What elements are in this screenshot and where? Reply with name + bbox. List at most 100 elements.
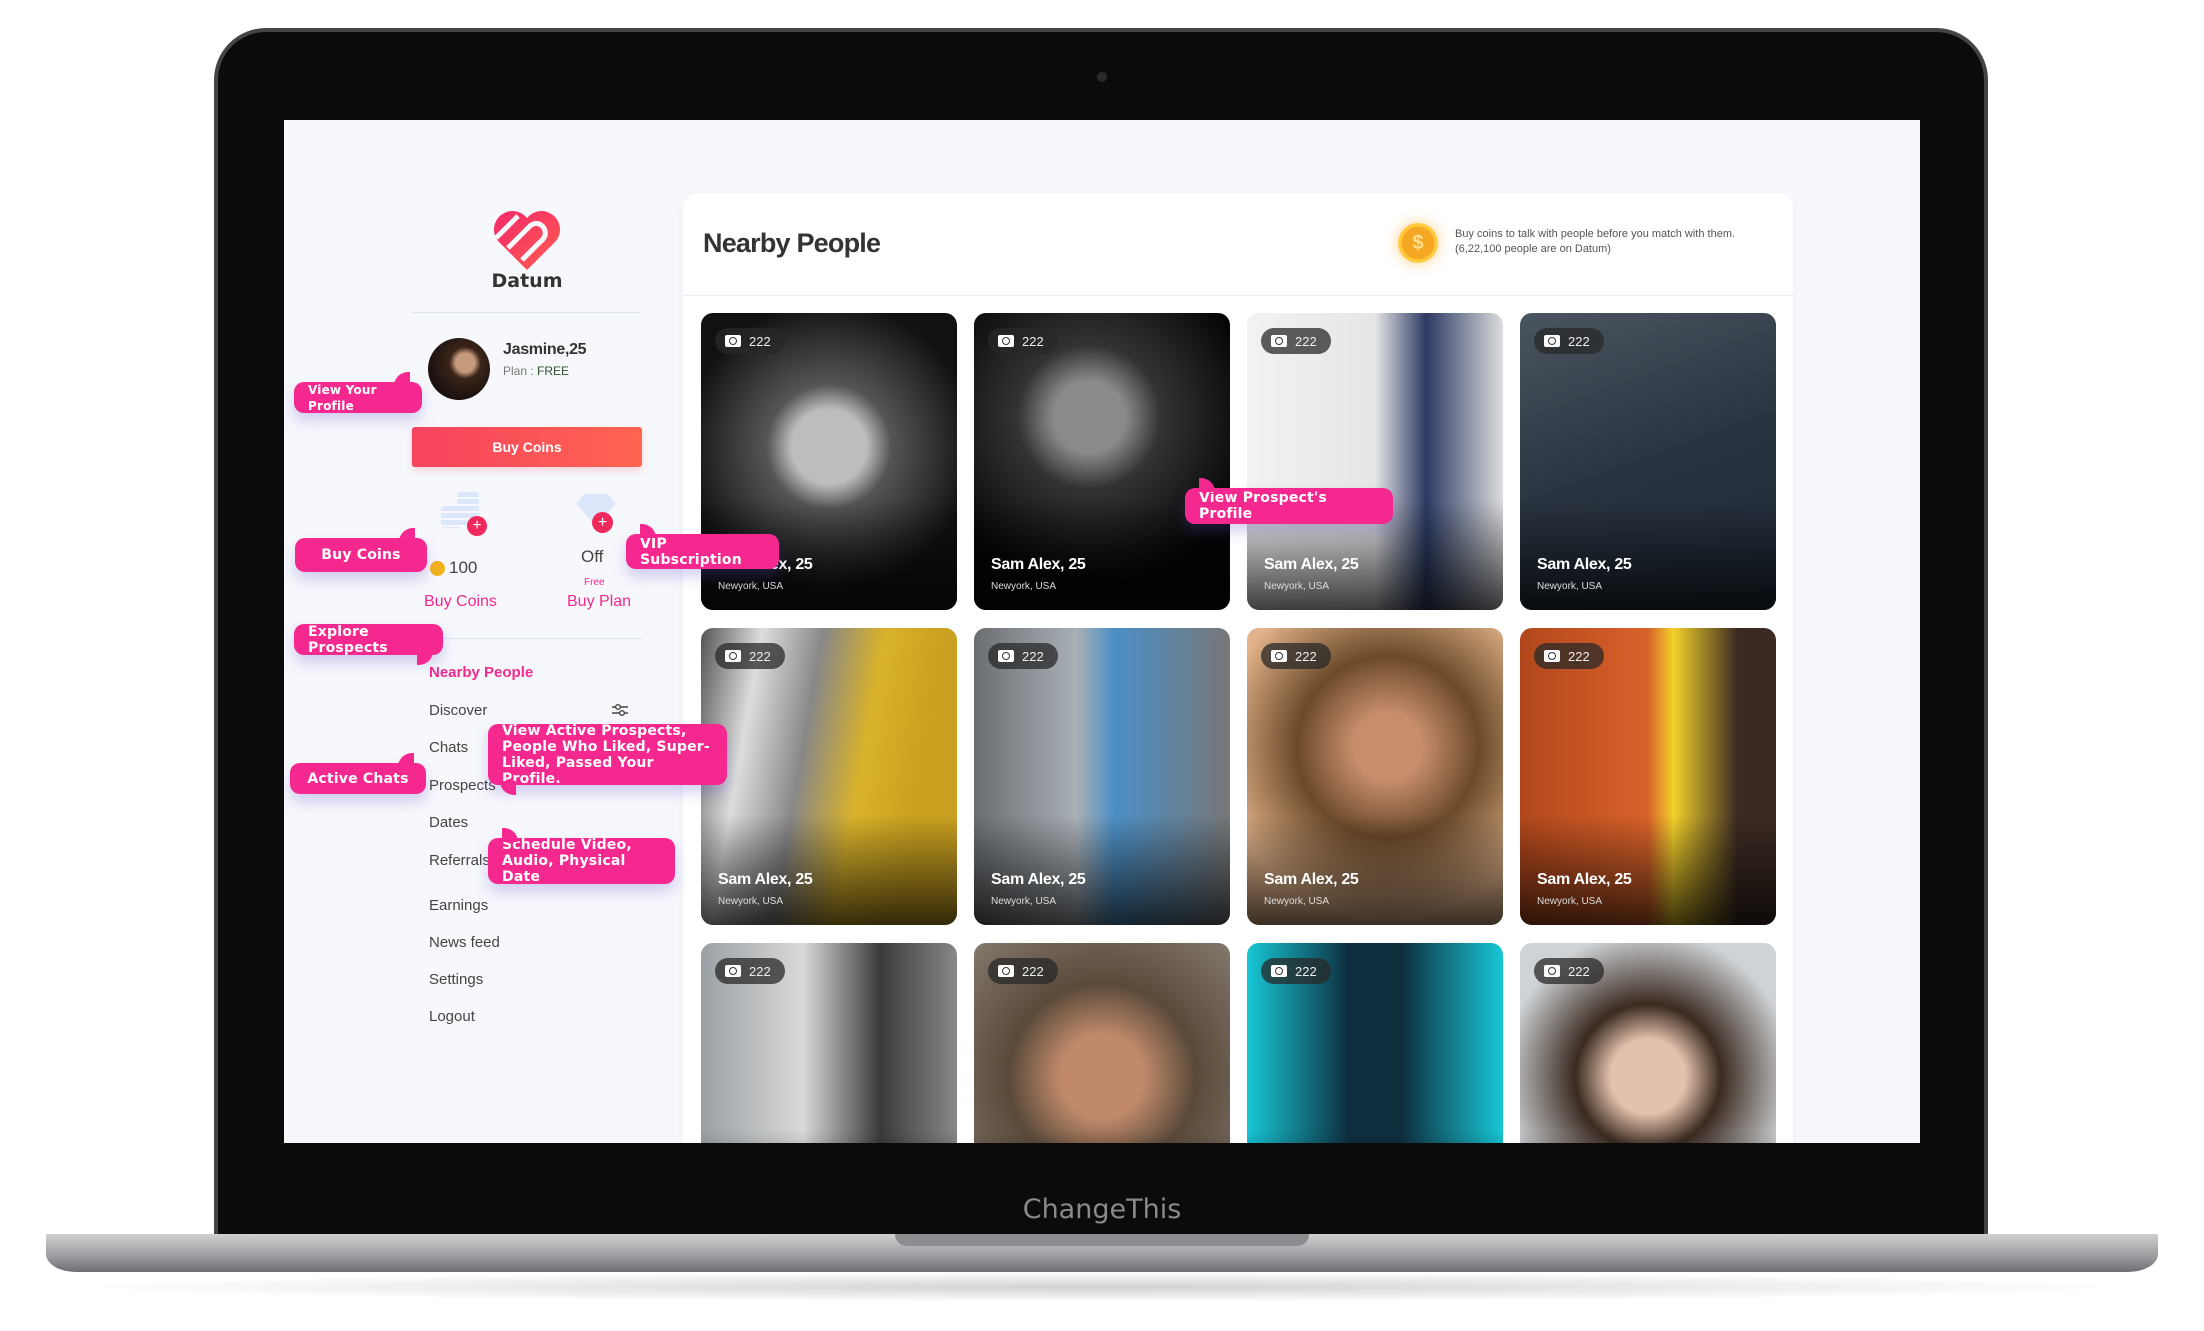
photo-count: 222: [1022, 648, 1044, 664]
callout-view-profile: View Your Profile: [294, 372, 422, 413]
dollar-coin-icon: $: [1398, 223, 1438, 263]
person-name: Sam Alex, 25: [991, 871, 1086, 888]
photo-count: 222: [1568, 648, 1590, 664]
person-location: Newyork, USA: [1264, 581, 1330, 592]
camera-icon: [1271, 965, 1287, 977]
callout-prospects: View Active Prospects, People Who Liked,…: [488, 723, 727, 795]
person-card[interactable]: 222 Sam Alex, 25 Newyork, USA: [701, 628, 957, 925]
person-location: Newyork, USA: [1537, 896, 1603, 907]
camera-icon: [1271, 335, 1287, 347]
brand-name: Datum: [491, 270, 563, 292]
photo-count: 222: [1568, 333, 1590, 349]
camera-icon: [725, 965, 741, 977]
coin-info-line2: (6,22,100 people are on Datum): [1455, 243, 1611, 255]
logo[interactable]: [492, 208, 562, 272]
photo-gradient: [701, 815, 957, 925]
coin-icon: [430, 560, 445, 576]
person-card[interactable]: 222 Sam Alex, 25 Newyork, USA: [1247, 628, 1503, 925]
profile-name[interactable]: Jasmine,25: [503, 341, 587, 359]
camera-icon: [725, 650, 741, 662]
laptop-notch: [895, 1234, 1309, 1246]
person-card[interactable]: 222 Sam Alex, 25 Newyork, USA: [974, 628, 1230, 925]
app-screen: Datum Jasmine,25 Plan : FREE Buy Coins +…: [284, 120, 1920, 1143]
photo-count: 222: [749, 333, 771, 349]
photo-count: 222: [1295, 333, 1317, 349]
photo-gradient: [1520, 815, 1776, 925]
divider: [412, 638, 642, 639]
person-card[interactable]: 222 Sam Alex, 25 Newyork, USA: [974, 313, 1230, 610]
add-coins-icon[interactable]: +: [467, 516, 487, 536]
page-title: Nearby People: [703, 228, 881, 258]
person-location: Newyork, USA: [718, 581, 784, 592]
person-location: Newyork, USA: [991, 581, 1057, 592]
person-card[interactable]: 222: [1247, 943, 1503, 1143]
photo-count-badge: 222: [1261, 958, 1331, 984]
photo-count: 222: [749, 963, 771, 979]
camera-icon: [1544, 335, 1560, 347]
datum-heart-logo-icon: [493, 210, 561, 270]
menu-news-feed[interactable]: News feed: [429, 934, 500, 951]
device-label: ChangeThis: [1022, 1194, 1182, 1225]
menu-dates[interactable]: Dates: [429, 814, 468, 831]
avatar[interactable]: [428, 338, 490, 400]
menu-settings[interactable]: Settings: [429, 971, 483, 988]
plan-tier: Free: [584, 577, 605, 588]
add-plan-icon[interactable]: +: [592, 512, 613, 533]
menu-logout[interactable]: Logout: [429, 1008, 475, 1025]
camera-icon: [998, 650, 1014, 662]
menu-nearby-people[interactable]: Nearby People: [429, 664, 533, 681]
person-card[interactable]: 222: [1520, 943, 1776, 1143]
menu-prospects[interactable]: Prospects: [429, 777, 496, 794]
camera-icon: [725, 335, 741, 347]
camera-icon: [1544, 965, 1560, 977]
photo-count-badge: 222: [1534, 958, 1604, 984]
diamond-icon: +: [576, 492, 620, 533]
buy-plan-link[interactable]: Buy Plan: [567, 593, 631, 611]
person-card[interactable]: 222 Sam Alex, 25 Newyork, USA: [1520, 628, 1776, 925]
photo-count-badge: 222: [1534, 643, 1604, 669]
photo-count: 222: [1022, 333, 1044, 349]
person-location: Newyork, USA: [1537, 581, 1603, 592]
person-name: Sam Alex, 25: [991, 556, 1086, 573]
photo-count-badge: 222: [1261, 328, 1331, 354]
person-card[interactable]: 222: [974, 943, 1230, 1143]
photo-count-badge: 222: [988, 643, 1058, 669]
camera-icon: [1544, 650, 1560, 662]
person-card[interactable]: 222 Sam Alex, 25 Newyork, USA: [1247, 313, 1503, 610]
filter-icon[interactable]: [612, 703, 628, 717]
photo-gradient: [1247, 815, 1503, 925]
plan-label: Plan :: [503, 364, 538, 378]
person-name: Sam Alex, 25: [1537, 556, 1632, 573]
photo-count-badge: 222: [1534, 328, 1604, 354]
coin-info: Buy coins to talk with people before you…: [1455, 227, 1735, 257]
person-card[interactable]: 222: [701, 943, 957, 1143]
person-location: Newyork, USA: [718, 896, 784, 907]
callout-explore-prospects: Explore Prospects: [294, 624, 443, 665]
buy-coins-button[interactable]: Buy Coins: [412, 427, 642, 467]
coin-balance: 100: [430, 558, 477, 578]
photo-gradient: [974, 1130, 1230, 1143]
photo-count: 222: [749, 648, 771, 664]
person-name: Sam Alex, 25: [1537, 871, 1632, 888]
photo-count-badge: 222: [988, 958, 1058, 984]
camera-icon: [998, 965, 1014, 977]
divider: [412, 312, 642, 313]
plan-status: Off: [581, 547, 604, 566]
person-name: Sam Alex, 25: [1264, 871, 1359, 888]
buy-coins-link[interactable]: Buy Coins: [424, 593, 497, 611]
person-location: Newyork, USA: [991, 896, 1057, 907]
coin-stack-icon: +: [441, 492, 487, 536]
menu-earnings[interactable]: Earnings: [429, 897, 488, 914]
menu-referrals[interactable]: Referrals: [429, 852, 490, 869]
photo-count-badge: 222: [715, 958, 785, 984]
profile-plan: Plan : FREE: [503, 364, 569, 378]
menu-discover[interactable]: Discover: [429, 702, 487, 719]
camera-icon: [998, 335, 1014, 347]
photo-count: 222: [1295, 963, 1317, 979]
photo-count: 222: [1295, 648, 1317, 664]
photo-gradient: [1520, 1130, 1776, 1143]
coin-count: 100: [449, 558, 478, 577]
person-card[interactable]: 222 Sam Alex, 25 Newyork, USA: [1520, 313, 1776, 610]
person-name: Sam Alex, 25: [1264, 556, 1359, 573]
menu-chats[interactable]: Chats: [429, 739, 468, 756]
